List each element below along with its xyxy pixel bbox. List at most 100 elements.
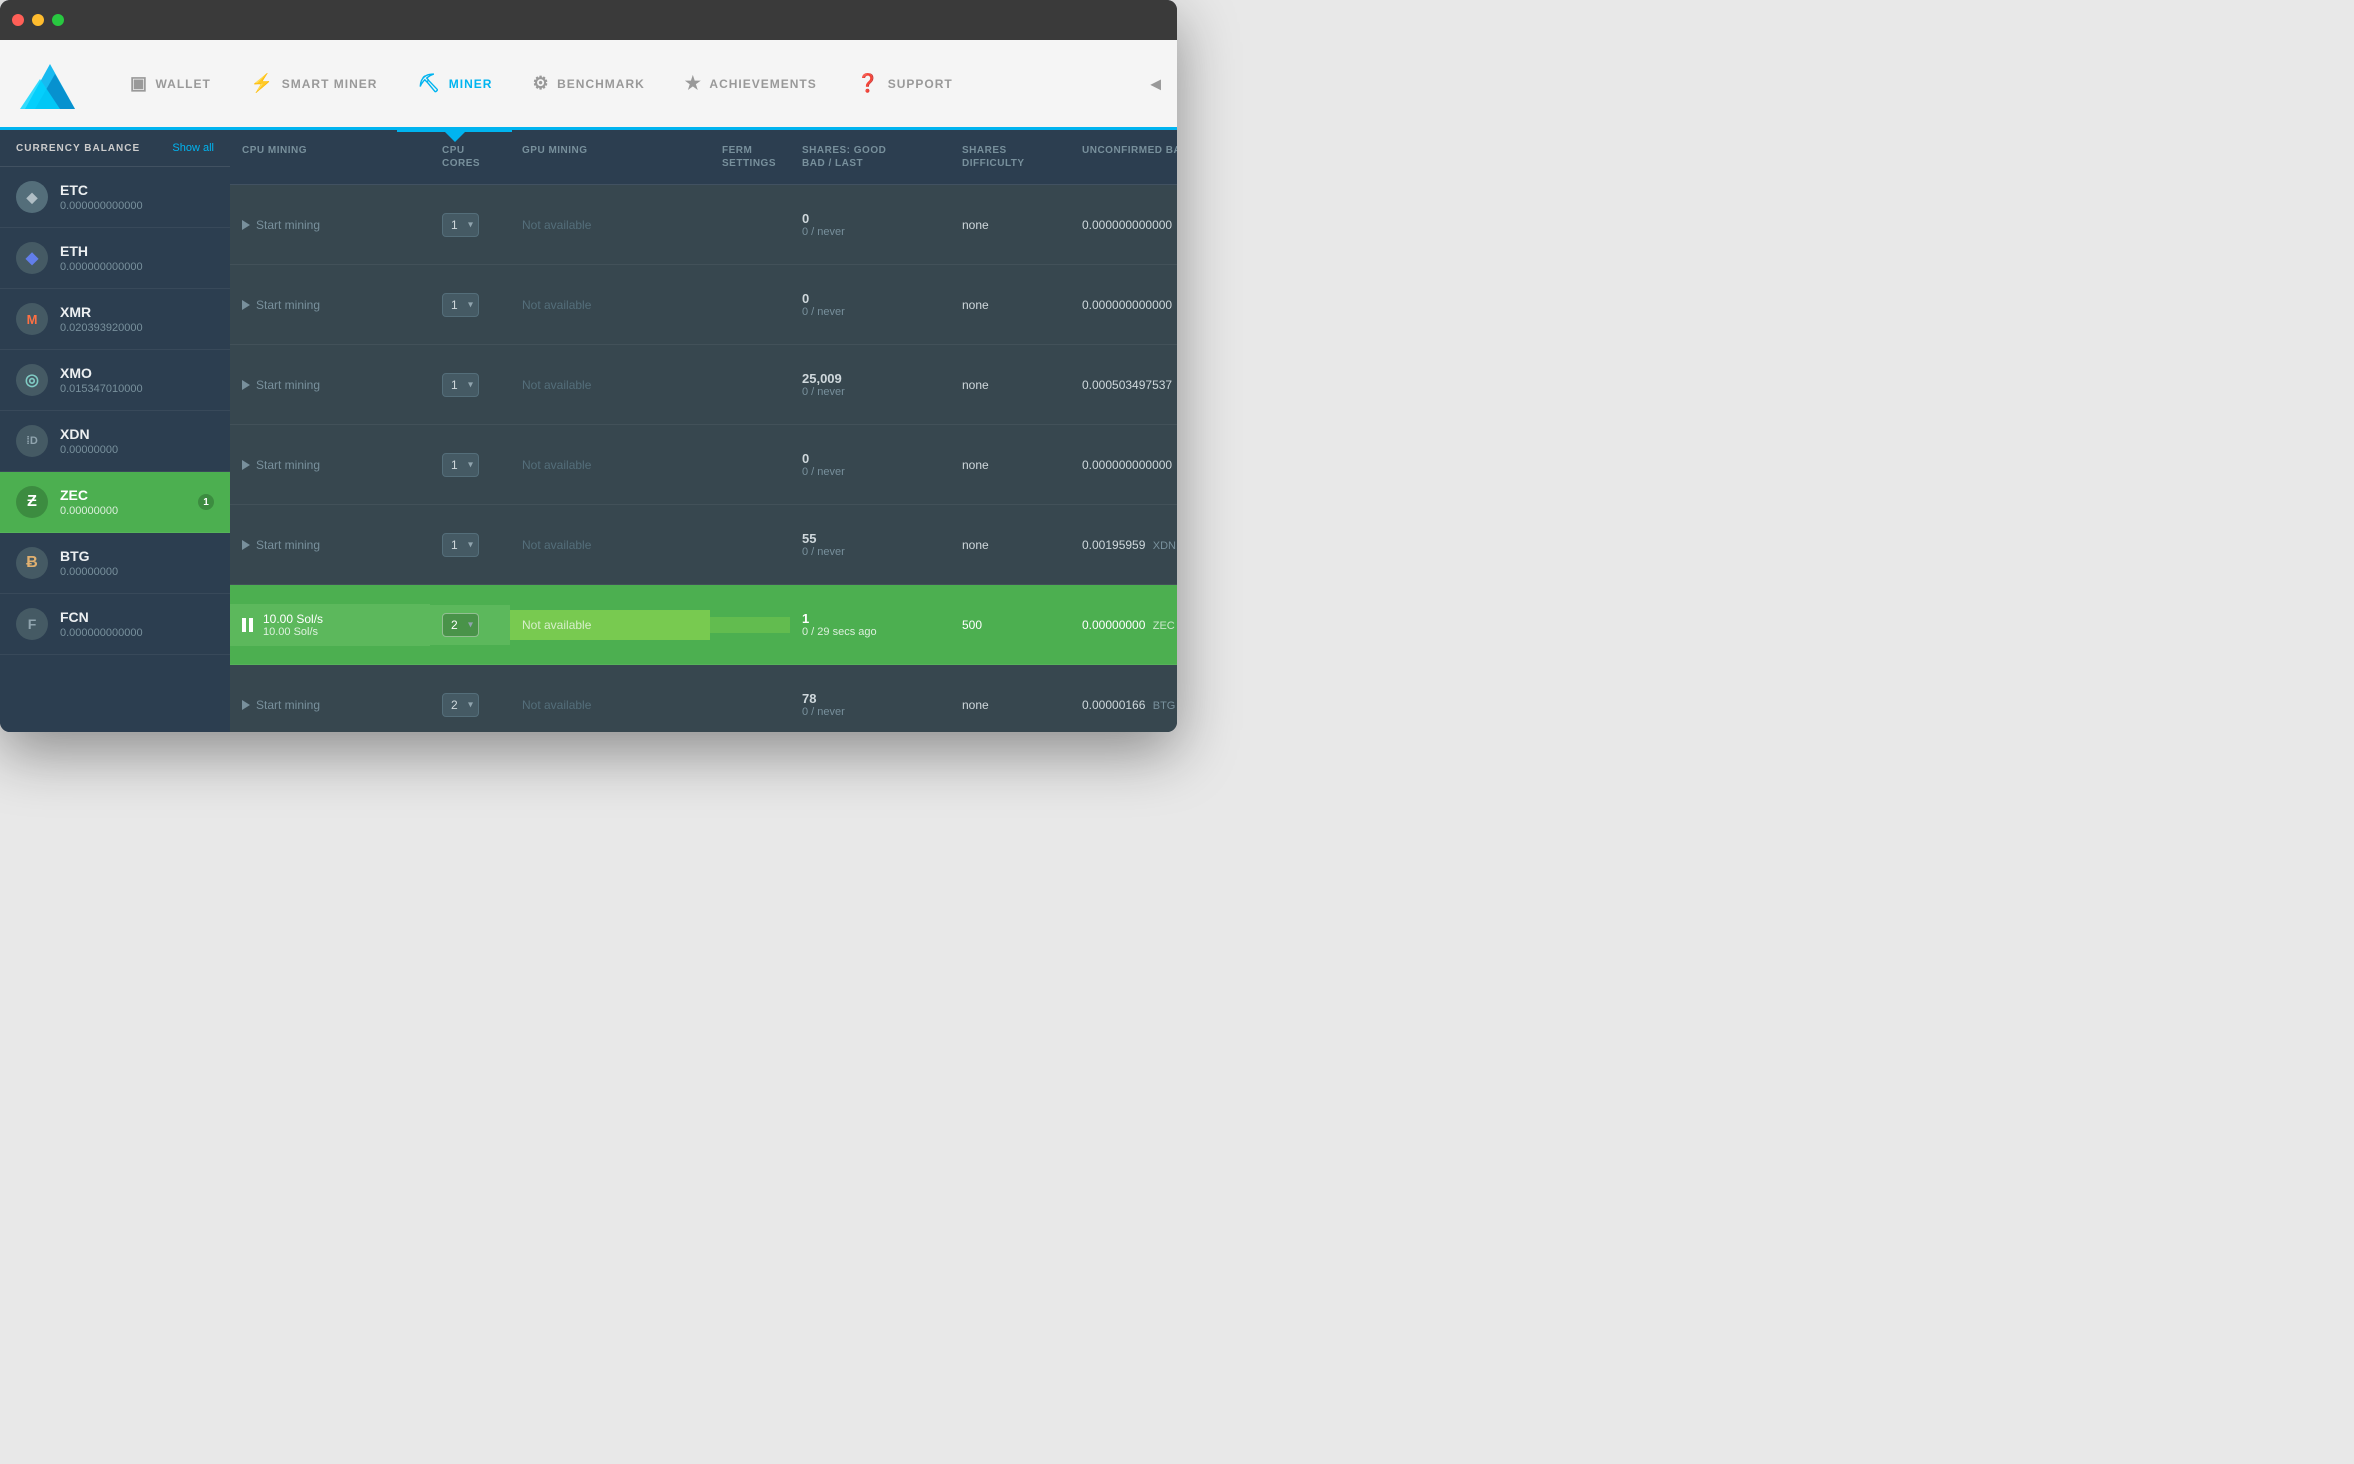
xdn-start-label: Start mining	[256, 538, 320, 552]
xmr-icon: M	[16, 303, 48, 335]
xdn-icon: ⁞D	[16, 425, 48, 457]
zec-shares-bad: 0 / 29 secs ago	[802, 626, 938, 638]
eth-name: ETH	[60, 243, 143, 259]
xmo-start-mining-button[interactable]: Start mining	[242, 458, 320, 472]
eth-cpu-cores: 124	[430, 285, 510, 325]
table-row: Start mining 124 Not available	[230, 505, 1177, 585]
etc-start-label: Start mining	[256, 218, 320, 232]
zec-pause-button[interactable]	[242, 618, 253, 632]
xmo-icon: ◎	[16, 364, 48, 396]
currency-item-fcn[interactable]: F FCN 0.000000000000	[0, 594, 230, 655]
xdn-start-mining-button[interactable]: Start mining	[242, 538, 320, 552]
benchmark-icon: ⚙	[532, 73, 549, 94]
th-ferm-settings: FERM SETTINGS	[710, 140, 790, 174]
nav-item-support[interactable]: ❓ SUPPORT	[837, 39, 973, 129]
xdn-gpu-status: Not available	[522, 538, 591, 552]
xmr-gpu-status: Not available	[522, 378, 591, 392]
etc-cores-select[interactable]: 124	[442, 213, 479, 237]
btg-start-mining-button[interactable]: Start mining	[242, 698, 320, 712]
zec-symbol: ZEC	[1153, 620, 1175, 632]
eth-start-mining-button[interactable]: Start mining	[242, 298, 320, 312]
currency-sidebar: CURRENCY BALANCE Show all ◆ ETC 0.000000…	[0, 130, 230, 732]
play-icon	[242, 700, 250, 710]
xmo-unconfirmed: 0.000000000000 XMO	[1070, 450, 1177, 480]
xmo-difficulty: none	[950, 450, 1070, 480]
zec-ferm	[710, 617, 790, 633]
eth-unconfirmed: 0.000000000000 ETH	[1070, 290, 1177, 320]
xdn-shares-bad: 0 / never	[802, 546, 938, 558]
play-icon	[242, 460, 250, 470]
xdn-cores-select[interactable]: 124	[442, 533, 479, 557]
xmr-start-mining-button[interactable]: Start mining	[242, 378, 320, 392]
achievements-icon: ★	[685, 73, 702, 94]
eth-gpu-mining: Not available	[510, 290, 710, 320]
xmr-cores-select[interactable]: 124	[442, 373, 479, 397]
currency-item-xmr[interactable]: M XMR 0.020393920000	[0, 289, 230, 350]
currency-item-xdn[interactable]: ⁞D XDN 0.00000000	[0, 411, 230, 472]
nav-item-smart-miner[interactable]: ⚡ SMART MINER	[231, 39, 398, 129]
btg-shares-bad: 0 / never	[802, 706, 938, 718]
xmr-balance: 0.020393920000	[60, 322, 143, 334]
xmr-shares: 25,009 0 / never	[790, 363, 950, 406]
btg-balance: 0.00000000	[60, 566, 118, 578]
nav-item-miner[interactable]: ⛏ MINER	[397, 39, 512, 129]
xdn-cpu-cores: 124	[430, 525, 510, 565]
etc-unconfirmed: 0.000000000000 ETC	[1070, 210, 1177, 240]
zec-cpu-mining: 10.00 Sol/s 10.00 Sol/s	[230, 604, 430, 646]
currency-item-etc[interactable]: ◆ ETC 0.000000000000	[0, 167, 230, 228]
etc-shares-bad: 0 / never	[802, 226, 938, 238]
xmo-cores-select[interactable]: 124	[442, 453, 479, 477]
xmr-cpu-mining: Start mining	[230, 370, 430, 400]
xdn-shares-good: 55	[802, 531, 938, 546]
nav-item-benchmark[interactable]: ⚙ BENCHMARK	[512, 39, 664, 129]
xmo-amount: 0.000000000000	[1082, 458, 1172, 472]
fcn-balance: 0.000000000000	[60, 627, 143, 639]
btg-unconfirmed: 0.00000166 BTG	[1070, 690, 1177, 720]
collapse-icon: ◀	[1150, 75, 1161, 91]
zec-cores-select[interactable]: 214	[442, 613, 479, 637]
zec-speed-sub: 10.00 Sol/s	[263, 626, 323, 638]
etc-cpu-mining: Start mining	[230, 210, 430, 240]
table-row: 10.00 Sol/s 10.00 Sol/s 214	[230, 585, 1177, 665]
xdn-amount: 0.00195959	[1082, 538, 1145, 552]
collapse-button[interactable]: ◀	[1150, 75, 1161, 92]
nav-item-achievements[interactable]: ★ ACHIEVEMENTS	[665, 39, 837, 129]
nav-item-wallet[interactable]: ▣ WALLET	[110, 39, 231, 129]
etc-gpu-mining: Not available	[510, 210, 710, 240]
xdn-gpu-mining: Not available	[510, 530, 710, 560]
btg-cores-select[interactable]: 214	[442, 693, 479, 717]
xdn-symbol: XDN	[1153, 540, 1176, 552]
minimize-button[interactable]	[32, 14, 44, 26]
eth-cores-select[interactable]: 124	[442, 293, 479, 317]
xmo-shares-good: 0	[802, 451, 938, 466]
currency-item-eth[interactable]: ◆ ETH 0.000000000000	[0, 228, 230, 289]
btg-start-label: Start mining	[256, 698, 320, 712]
currency-item-btg[interactable]: Ƀ BTG 0.00000000	[0, 533, 230, 594]
eth-ferm	[710, 297, 790, 313]
th-shares: SHARES: GOOD BAD / LAST	[790, 140, 950, 174]
xmr-ferm	[710, 377, 790, 393]
btg-amount: 0.00000166	[1082, 698, 1145, 712]
close-button[interactable]	[12, 14, 24, 26]
etc-cores-wrapper: 124	[442, 213, 479, 237]
eth-info: ETH 0.000000000000	[60, 243, 143, 273]
xdn-cpu-mining: Start mining	[230, 530, 430, 560]
show-all-link[interactable]: Show all	[172, 142, 214, 154]
th-cpu-cores: CPU CORES	[430, 140, 510, 174]
zec-gpu-status: Not available	[522, 618, 591, 632]
eth-amount: 0.000000000000	[1082, 298, 1172, 312]
etc-start-mining-button[interactable]: Start mining	[242, 218, 320, 232]
maximize-button[interactable]	[52, 14, 64, 26]
xdn-balance: 0.00000000	[60, 444, 118, 456]
zec-name: ZEC	[60, 487, 118, 503]
xdn-name: XDN	[60, 426, 118, 442]
currency-item-zec[interactable]: Ƶ ZEC 0.00000000 1	[0, 472, 230, 533]
table-body: Start mining 124 Not available	[230, 185, 1177, 732]
play-icon	[242, 220, 250, 230]
etc-difficulty: none	[950, 210, 1070, 240]
xdn-difficulty: none	[950, 530, 1070, 560]
currency-item-xmo[interactable]: ◎ XMO 0.015347010000	[0, 350, 230, 411]
zec-balance: 0.00000000	[60, 505, 118, 517]
fcn-name: FCN	[60, 609, 143, 625]
zec-gpu-mining: Not available	[510, 610, 710, 640]
